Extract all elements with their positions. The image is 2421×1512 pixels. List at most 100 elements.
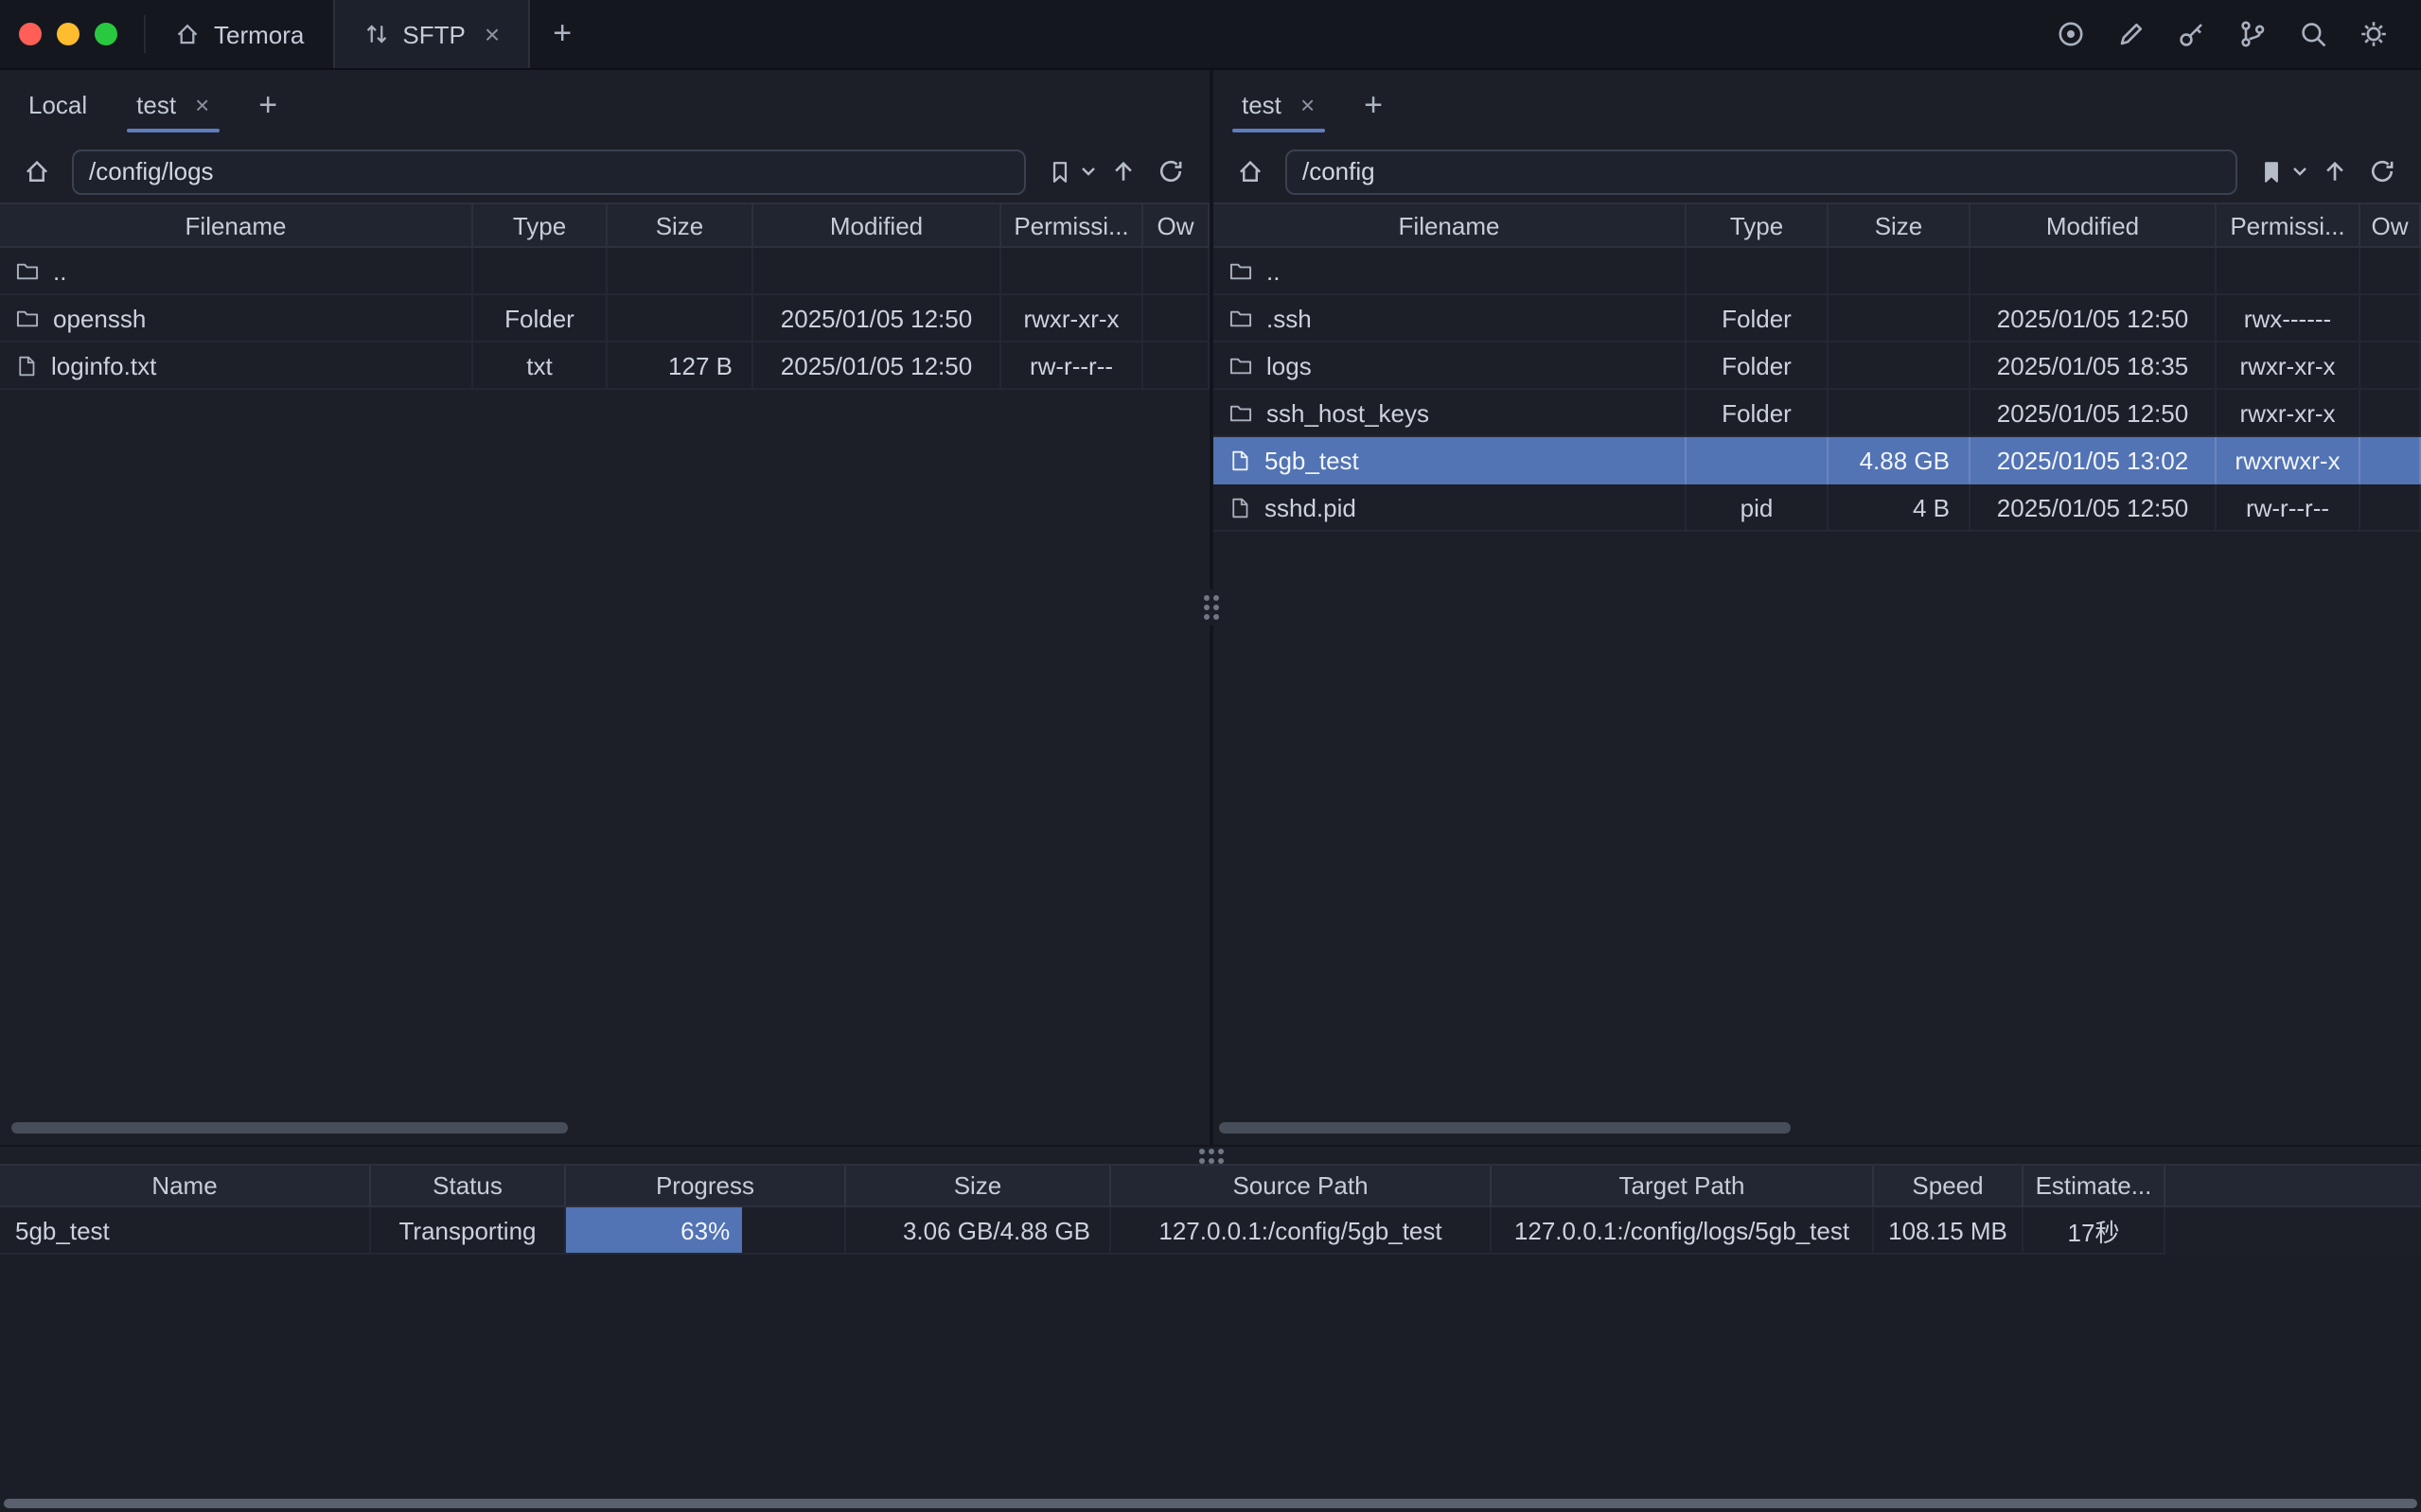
table-row[interactable]: sshd.pid pid 4 B 2025/01/05 12:50 rw-r--… — [1213, 484, 2421, 532]
file-size — [1829, 343, 1970, 390]
left-col-type[interactable]: Type — [473, 204, 608, 246]
new-window-tab-button[interactable]: + — [530, 0, 594, 68]
file-owner — [1143, 248, 1210, 295]
right-up-directory-icon[interactable] — [2315, 149, 2355, 194]
folder-icon — [1228, 400, 1253, 425]
settings-gear-icon[interactable] — [2353, 13, 2394, 55]
left-col-modified[interactable]: Modified — [753, 204, 1001, 246]
file-modified: 2025/01/05 12:50 — [753, 295, 1001, 343]
left-tab-test-close-icon[interactable]: × — [195, 93, 209, 117]
right-pane: test × + — [1213, 70, 2421, 1145]
file-owner — [2360, 248, 2421, 295]
record-icon[interactable] — [2050, 13, 2092, 55]
left-col-permissions[interactable]: Permissi... — [1001, 204, 1143, 246]
left-col-filename[interactable]: Filename — [0, 204, 473, 246]
titlebar-actions — [2050, 0, 2421, 68]
transfers-col-size[interactable]: Size — [846, 1166, 1111, 1205]
left-tab-test[interactable]: test × — [112, 70, 234, 140]
transfers-col-speed[interactable]: Speed — [1874, 1166, 2023, 1205]
file-type: Folder — [1687, 390, 1829, 437]
tab-sftp[interactable]: SFTP × — [332, 0, 530, 68]
file-type: Folder — [473, 295, 608, 343]
table-row[interactable]: .. — [1213, 248, 2421, 295]
right-bookmark-icon[interactable] — [2253, 149, 2290, 194]
edit-pencil-icon[interactable] — [2111, 13, 2152, 55]
left-bookmark-icon[interactable] — [1041, 149, 1079, 194]
file-size — [1829, 248, 1970, 295]
right-toolbar-actions — [2253, 149, 2402, 194]
right-col-type[interactable]: Type — [1687, 204, 1829, 246]
bottom-scrollbar[interactable] — [4, 1499, 2417, 1508]
search-icon[interactable] — [2292, 13, 2334, 55]
tab-sftp-label: SFTP — [402, 20, 465, 48]
left-new-tab-button[interactable]: + — [234, 70, 302, 140]
file-owner — [2360, 390, 2421, 437]
transfers-splitter-grip-icon[interactable] — [1198, 1148, 1223, 1163]
right-path-input[interactable] — [1285, 149, 2237, 194]
table-row[interactable]: ssh_host_keys Folder 2025/01/05 12:50 rw… — [1213, 390, 2421, 437]
table-row[interactable]: openssh Folder 2025/01/05 12:50 rwxr-xr-… — [0, 295, 1210, 343]
file-type — [1687, 437, 1829, 484]
transfers-splitter[interactable] — [0, 1145, 2421, 1164]
left-path-input[interactable] — [72, 149, 1026, 194]
transfer-row[interactable]: 5gb_test Transporting 63% 3.06 GB/4.88 G… — [0, 1207, 2421, 1255]
tab-termora[interactable]: Termora — [146, 0, 332, 68]
left-up-directory-icon[interactable] — [1104, 149, 1143, 194]
file-modified — [1970, 248, 2217, 295]
left-col-size[interactable]: Size — [608, 204, 753, 246]
file-permissions: rwxr-xr-x — [1001, 295, 1143, 343]
close-window-button[interactable] — [19, 23, 42, 45]
file-owner — [1143, 295, 1210, 343]
transfers-col-status[interactable]: Status — [371, 1166, 566, 1205]
table-row[interactable]: .ssh Folder 2025/01/05 12:50 rwx------ — [1213, 295, 2421, 343]
branch-icon[interactable] — [2232, 13, 2273, 55]
left-horizontal-scrollbar[interactable] — [11, 1122, 568, 1134]
transfers-col-progress[interactable]: Progress — [566, 1166, 846, 1205]
right-tab-test-label: test — [1242, 91, 1281, 119]
left-tab-local[interactable]: Local — [4, 70, 112, 140]
left-pane-tabbar: Local test × + — [0, 70, 1210, 140]
right-new-tab-button[interactable]: + — [1339, 70, 1407, 140]
tab-sftp-close-icon[interactable]: × — [485, 21, 500, 47]
transfers-col-target[interactable]: Target Path — [1492, 1166, 1874, 1205]
transfers-col-estimate[interactable]: Estimate... — [2023, 1166, 2165, 1205]
left-bookmark-caret-icon[interactable] — [1081, 167, 1096, 176]
right-col-owner[interactable]: Ow — [2360, 204, 2421, 246]
table-row-selected[interactable]: 5gb_test 4.88 GB 2025/01/05 13:02 rwxrwx… — [1213, 437, 2421, 484]
right-col-modified[interactable]: Modified — [1970, 204, 2217, 246]
progress-fill: 63% — [566, 1207, 741, 1253]
right-refresh-icon[interactable] — [2362, 149, 2402, 194]
right-col-filename[interactable]: Filename — [1213, 204, 1687, 246]
file-owner — [1143, 343, 1210, 390]
table-row[interactable]: logs Folder 2025/01/05 18:35 rwxr-xr-x — [1213, 343, 2421, 390]
key-icon[interactable] — [2171, 13, 2213, 55]
file-modified: 2025/01/05 12:50 — [1970, 295, 2217, 343]
right-horizontal-scrollbar[interactable] — [1219, 1122, 1791, 1134]
zoom-window-button[interactable] — [95, 23, 117, 45]
table-row[interactable]: .. — [0, 248, 1210, 295]
right-col-size[interactable]: Size — [1829, 204, 1970, 246]
pane-splitter[interactable] — [1210, 70, 1213, 1145]
left-col-owner[interactable]: Ow — [1143, 204, 1210, 246]
table-row[interactable]: loginfo.txt txt 127 B 2025/01/05 12:50 r… — [0, 343, 1210, 390]
file-icon — [1228, 448, 1251, 472]
pane-splitter-grip-icon[interactable] — [1200, 589, 1223, 625]
left-table-header: Filename Type Size Modified Permissi... … — [0, 202, 1210, 248]
transfers-col-source[interactable]: Source Path — [1111, 1166, 1492, 1205]
transfers-col-name[interactable]: Name — [0, 1166, 371, 1205]
right-tab-test-close-icon[interactable]: × — [1300, 93, 1315, 117]
right-col-permissions[interactable]: Permissi... — [2217, 204, 2360, 246]
transfers-col-filler — [2165, 1166, 2421, 1205]
file-name: .. — [53, 256, 66, 285]
file-name: .ssh — [1266, 304, 1312, 332]
minimize-window-button[interactable] — [57, 23, 80, 45]
right-home-icon[interactable] — [1230, 149, 1270, 194]
app-window: Termora SFTP × + — [0, 0, 2421, 1512]
left-home-icon[interactable] — [17, 149, 57, 194]
folder-icon — [15, 306, 40, 330]
left-pane: Local test × + — [0, 70, 1210, 1145]
right-tab-test[interactable]: test × — [1217, 70, 1339, 140]
right-bookmark-caret-icon[interactable] — [2292, 167, 2307, 176]
left-refresh-icon[interactable] — [1151, 149, 1191, 194]
file-owner — [2360, 437, 2421, 484]
